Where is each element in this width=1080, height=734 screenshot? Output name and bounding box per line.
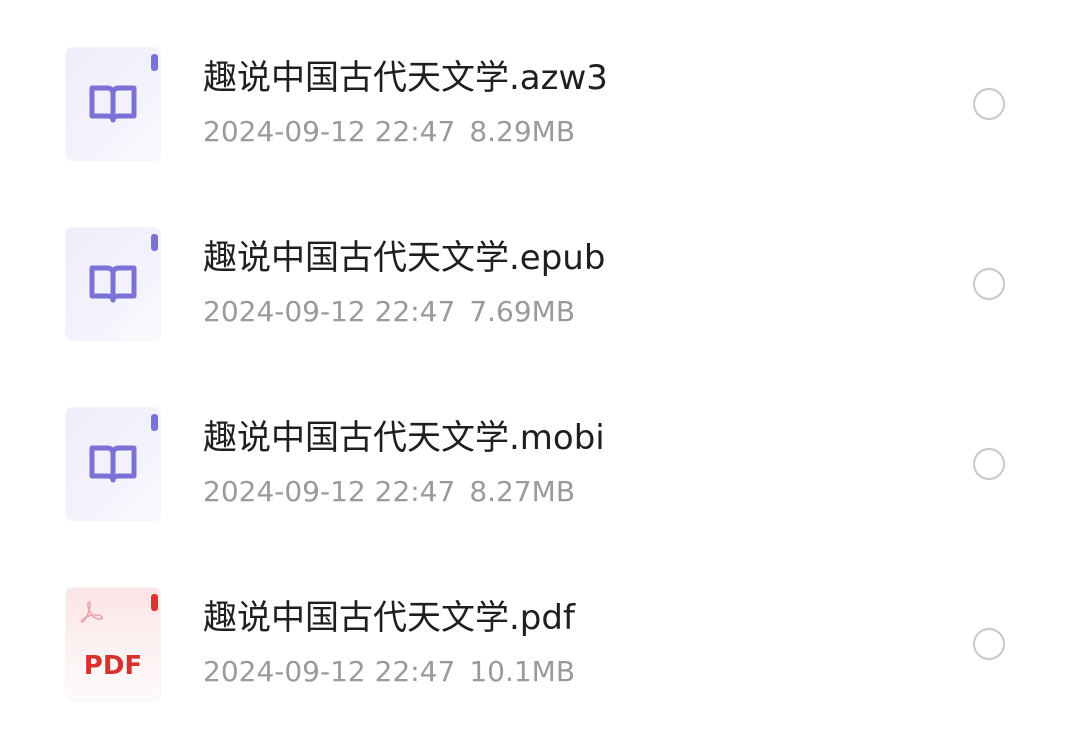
file-datetime: 2024-09-12 22:47 xyxy=(203,115,456,148)
file-meta: 2024-09-12 22:47 8.29MB xyxy=(203,114,575,150)
file-corner-tab xyxy=(151,414,158,431)
ebook-icon xyxy=(66,228,160,340)
ebook-icon xyxy=(66,408,160,520)
open-book-icon xyxy=(89,265,137,303)
file-datetime: 2024-09-12 22:47 xyxy=(203,295,456,328)
file-datetime: 2024-09-12 22:47 xyxy=(203,475,456,508)
open-book-icon xyxy=(89,445,137,483)
select-radio[interactable] xyxy=(973,88,1005,120)
file-name: 趣说中国古代天文学.pdf xyxy=(203,598,575,638)
file-corner-tab xyxy=(151,54,158,71)
file-datetime: 2024-09-12 22:47 xyxy=(203,655,456,688)
file-size: 8.29MB xyxy=(469,115,576,148)
file-name: 趣说中国古代天文学.epub xyxy=(203,238,606,278)
file-row-mobi[interactable]: 趣说中国古代天文学.mobi 2024-09-12 22:47 8.27MB xyxy=(0,374,1080,554)
file-name: 趣说中国古代天文学.mobi xyxy=(203,418,605,458)
file-meta: 2024-09-12 22:47 8.27MB xyxy=(203,474,575,510)
pdf-label: PDF xyxy=(83,651,143,681)
file-meta: 2024-09-12 22:47 7.69MB xyxy=(203,294,575,330)
select-radio[interactable] xyxy=(973,448,1005,480)
file-corner-tab xyxy=(151,594,158,611)
file-row-pdf[interactable]: PDF 趣说中国古代天文学.pdf 2024-09-12 22:47 10.1MB xyxy=(0,554,1080,734)
acrobat-icon xyxy=(80,601,104,623)
file-size: 7.69MB xyxy=(469,295,576,328)
file-meta: 2024-09-12 22:47 10.1MB xyxy=(203,654,575,690)
select-radio[interactable] xyxy=(973,268,1005,300)
file-corner-tab xyxy=(151,234,158,251)
file-name: 趣说中国古代天文学.azw3 xyxy=(203,58,608,98)
file-row-azw3[interactable]: 趣说中国古代天文学.azw3 2024-09-12 22:47 8.29MB xyxy=(0,14,1080,194)
file-row-epub[interactable]: 趣说中国古代天文学.epub 2024-09-12 22:47 7.69MB xyxy=(0,194,1080,374)
ebook-icon xyxy=(66,48,160,160)
file-size: 8.27MB xyxy=(469,475,576,508)
file-size: 10.1MB xyxy=(469,655,576,688)
file-list: 趣说中国古代天文学.azw3 2024-09-12 22:47 8.29MB 趣说… xyxy=(0,0,1080,723)
select-radio[interactable] xyxy=(973,628,1005,660)
open-book-icon xyxy=(89,85,137,123)
pdf-icon: PDF xyxy=(66,588,160,700)
